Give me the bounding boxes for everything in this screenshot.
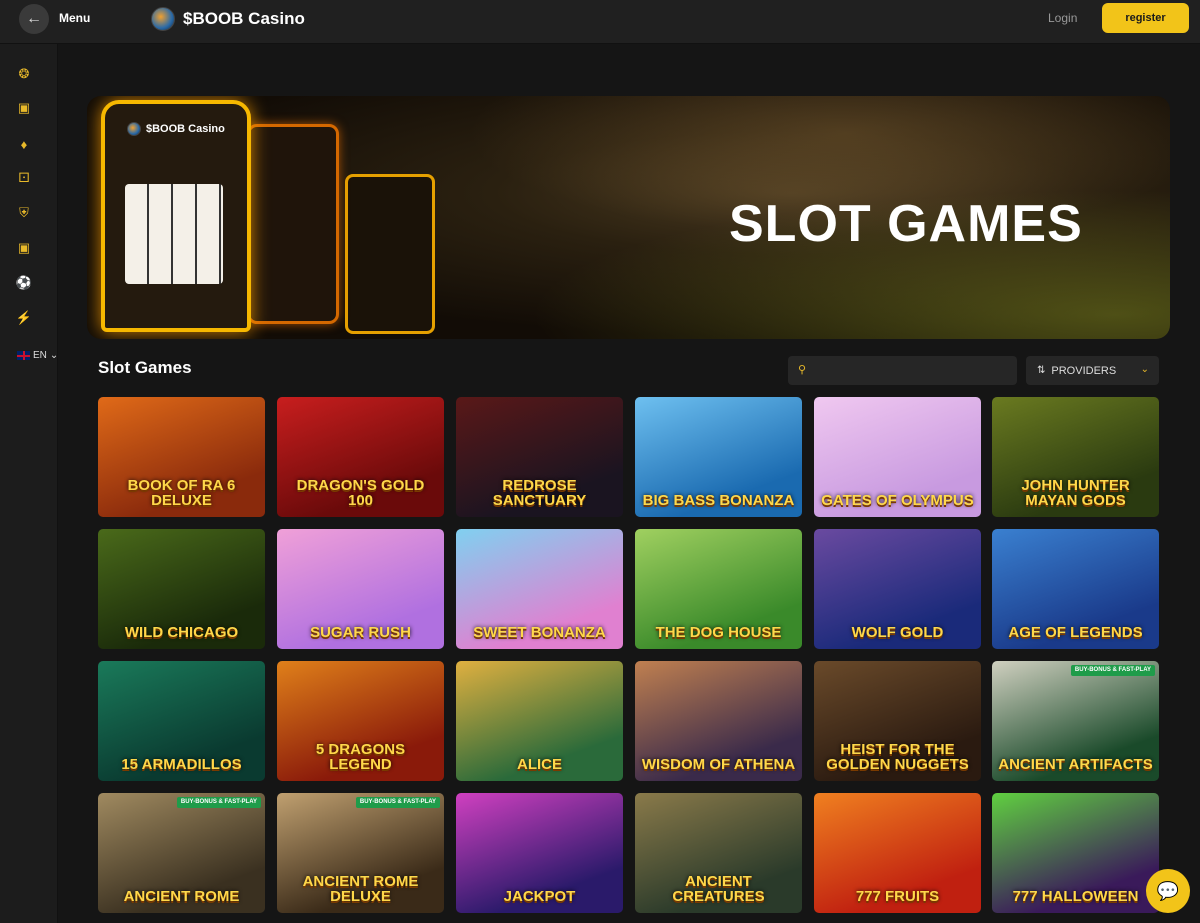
- slot-machine-image: [345, 174, 435, 334]
- soccer-ball-icon[interactable]: ⚽: [16, 275, 32, 291]
- game-title: Wild Chicago: [124, 624, 239, 642]
- game-title: Ancient Rome Deluxe: [302, 872, 419, 906]
- game-title: Sweet Bonanza: [473, 624, 606, 642]
- game-title: Redrose Sanctuary: [492, 476, 587, 510]
- game-tile[interactable]: Redrose Sanctuary: [456, 397, 623, 517]
- search-icon: ⚲: [798, 364, 807, 376]
- top-bar: ← Menu $BOOB Casino Login register: [0, 0, 1200, 44]
- hero-banner: $BOOB Casino SLOT GAMES: [87, 96, 1170, 339]
- language-label: EN: [33, 350, 47, 361]
- chevron-down-icon: ⌄: [1140, 364, 1149, 375]
- game-tile[interactable]: 15 Armadillos: [98, 661, 265, 781]
- game-title: Age of Legends: [1008, 624, 1143, 642]
- game-title: Wisdom of Athena: [641, 756, 796, 774]
- game-tile[interactable]: Wisdom of Athena: [635, 661, 802, 781]
- game-tile[interactable]: Gates of Olympus: [814, 397, 981, 517]
- buy-bonus-badge: BUY-BONUS & FAST-PLAY: [1070, 665, 1155, 676]
- gamepad-icon[interactable]: ▣: [16, 240, 32, 256]
- game-title: Big Bass Bonanza: [642, 492, 795, 510]
- login-link[interactable]: Login: [1048, 11, 1077, 25]
- search-box[interactable]: ⚲: [788, 356, 1017, 385]
- menu-label[interactable]: Menu: [59, 11, 90, 25]
- game-tile[interactable]: Sugar Rush: [277, 529, 444, 649]
- game-tile[interactable]: Heist for the Golden Nuggets: [814, 661, 981, 781]
- register-button[interactable]: register: [1102, 3, 1189, 33]
- game-tile[interactable]: Ancient Rome Deluxe BUY-BONUS & FAST-PLAY: [277, 793, 444, 913]
- providers-label: PROVIDERS: [1051, 364, 1117, 377]
- shield-icon[interactable]: ⛨: [16, 205, 32, 221]
- section-title: Slot Games: [98, 358, 192, 377]
- lightning-icon[interactable]: ⚡: [16, 310, 32, 326]
- sidebar: ❂ ▣ ♦ ⚀ ⛨ ▣ ⚽ ⚡ EN ⌄: [0, 44, 58, 923]
- game-title: Alice: [517, 756, 562, 774]
- game-tile[interactable]: Big Bass Bonanza: [635, 397, 802, 517]
- buy-bonus-badge: BUY-BONUS & FAST-PLAY: [176, 797, 261, 808]
- game-title: Jackpot: [503, 888, 576, 906]
- game-tile[interactable]: 777 Fruits: [814, 793, 981, 913]
- game-tile[interactable]: Ancient Rome BUY-BONUS & FAST-PLAY: [98, 793, 265, 913]
- game-tile[interactable]: Ancient Artifacts BUY-BONUS & FAST-PLAY: [992, 661, 1159, 781]
- game-title: The Dog House: [655, 624, 782, 642]
- main-content: $BOOB Casino SLOT GAMES Slot Games ⚲ ⇅ P…: [58, 44, 1200, 923]
- game-tile[interactable]: 777 Halloween: [992, 793, 1159, 913]
- casino-chip-icon[interactable]: ❂: [16, 66, 32, 82]
- game-tile[interactable]: Sweet Bonanza: [456, 529, 623, 649]
- slot-machine-icon[interactable]: ▣: [16, 100, 32, 116]
- game-title: Wolf Gold: [851, 624, 944, 642]
- chat-icon[interactable]: 💬: [1146, 869, 1190, 913]
- game-title: John Hunter Mayan Gods: [1021, 476, 1130, 510]
- brand-logo[interactable]: $BOOB Casino: [151, 7, 305, 31]
- game-tile[interactable]: Ancient Creatures: [635, 793, 802, 913]
- game-title: Ancient Creatures: [672, 872, 765, 906]
- game-tile[interactable]: Alice: [456, 661, 623, 781]
- game-tile[interactable]: The Dog House: [635, 529, 802, 649]
- uk-flag-icon: [17, 351, 30, 360]
- game-tile[interactable]: John Hunter Mayan Gods: [992, 397, 1159, 517]
- game-title: 5 Dragons Legend: [315, 740, 406, 774]
- banner-brand-text: $BOOB Casino: [146, 123, 225, 135]
- game-tile[interactable]: Wolf Gold: [814, 529, 981, 649]
- slot-reels: [125, 184, 223, 284]
- game-title: Ancient Artifacts: [998, 756, 1153, 774]
- game-title: Book of Ra 6 deluxe: [127, 476, 236, 510]
- search-input[interactable]: [818, 361, 1008, 380]
- back-arrow-icon[interactable]: ←: [19, 4, 49, 34]
- game-title: Sugar Rush: [310, 624, 411, 642]
- filter-icon: ⇅: [1037, 365, 1046, 376]
- game-title: 777 Fruits: [855, 888, 940, 906]
- slot-machine-image: [247, 124, 339, 324]
- banner-title: SLOT GAMES: [729, 195, 1083, 253]
- game-title: Heist for the Golden Nuggets: [826, 740, 969, 774]
- game-tile[interactable]: Dragon's Gold 100: [277, 397, 444, 517]
- game-title: Ancient Rome: [123, 888, 240, 906]
- game-tile[interactable]: Jackpot: [456, 793, 623, 913]
- language-selector[interactable]: EN ⌄: [17, 350, 58, 361]
- dice-icon[interactable]: ⚀: [16, 170, 32, 186]
- game-tile[interactable]: 5 Dragons Legend: [277, 661, 444, 781]
- providers-dropdown[interactable]: ⇅ PROVIDERS ⌄: [1026, 356, 1159, 385]
- game-title: Dragon's Gold 100: [296, 476, 425, 510]
- cards-icon[interactable]: ♦: [16, 136, 32, 152]
- banner-brand: $BOOB Casino: [127, 122, 225, 136]
- game-tile[interactable]: Wild Chicago: [98, 529, 265, 649]
- game-title: 15 Armadillos: [121, 756, 242, 774]
- logo-icon: [151, 7, 175, 31]
- brand-name: $BOOB Casino: [183, 9, 305, 28]
- game-tile[interactable]: Book of Ra 6 deluxe: [98, 397, 265, 517]
- game-tile[interactable]: Age of Legends: [992, 529, 1159, 649]
- logo-icon: [127, 122, 141, 136]
- buy-bonus-badge: BUY-BONUS & FAST-PLAY: [355, 797, 440, 808]
- game-title: Gates of Olympus: [821, 492, 974, 510]
- game-title: 777 Halloween: [1012, 888, 1139, 906]
